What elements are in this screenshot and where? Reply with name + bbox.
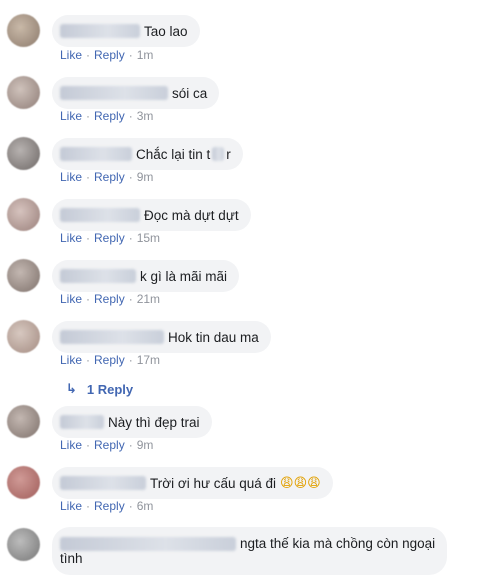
comment-text: k gì là mãi mãi	[140, 268, 228, 284]
comment-actions: Like · Reply · 3m	[60, 109, 153, 123]
like-button[interactable]: Like	[60, 170, 82, 184]
redacted-author-name[interactable]	[60, 147, 132, 161]
avatar[interactable]	[7, 405, 40, 438]
avatar[interactable]	[7, 320, 40, 353]
separator-dot: ·	[128, 170, 133, 184]
separator-dot: ·	[86, 292, 91, 306]
comment-bubble: k gì là mãi mãi	[52, 260, 240, 292]
comment-text: Đọc mà dựt dựt	[144, 207, 239, 223]
separator-dot: ·	[128, 292, 133, 306]
avatar[interactable]	[7, 466, 40, 499]
separator-dot: ·	[128, 231, 133, 245]
avatar[interactable]	[7, 259, 40, 292]
comment-text: Trời ơi hư cấu quá đi	[150, 475, 277, 491]
redacted-author-name[interactable]	[60, 208, 140, 222]
separator-dot: ·	[86, 499, 91, 513]
separator-dot: ·	[128, 438, 133, 452]
comment-actions: Like · Reply · 9m	[60, 438, 153, 452]
reply-button[interactable]: Reply	[94, 438, 125, 452]
avatar[interactable]	[7, 76, 40, 109]
separator-dot: ·	[86, 438, 91, 452]
redacted-author-name[interactable]	[60, 269, 136, 283]
comment-timestamp[interactable]: 15m	[137, 231, 160, 245]
comment-bubble: Trời ơi hư cấu quá đi 😩😩😩	[52, 467, 333, 499]
redacted-author-name[interactable]	[60, 536, 236, 551]
separator-dot: ·	[128, 109, 133, 123]
comment-timestamp[interactable]: 3m	[137, 109, 154, 123]
comment-actions: Like · Reply · 9m	[60, 170, 153, 184]
separator-dot: ·	[86, 170, 91, 184]
separator-dot: ·	[86, 109, 91, 123]
reply-button[interactable]: Reply	[94, 170, 125, 184]
comment-actions: Like · Reply · 17m	[60, 353, 160, 367]
comment-text: Tao lao	[144, 23, 188, 39]
comment-bubble: Tao lao	[52, 15, 200, 47]
separator-dot: ·	[128, 48, 133, 62]
comment-bubble: Hok tin dau ma	[52, 321, 271, 353]
like-button[interactable]: Like	[60, 48, 82, 62]
comment-actions: Like · Reply · 1m	[60, 48, 153, 62]
separator-dot: ·	[128, 499, 133, 513]
comment-timestamp[interactable]: 21m	[137, 292, 160, 306]
comment-bubble: Đọc mà dựt dựt	[52, 199, 251, 231]
reply-button[interactable]: Reply	[94, 292, 125, 306]
redacted-word	[212, 147, 225, 161]
reply-button[interactable]: Reply	[94, 353, 125, 367]
reply-button[interactable]: Reply	[94, 48, 125, 62]
avatar[interactable]	[7, 137, 40, 170]
comment-bubble: Chắc lại tin t r	[52, 138, 243, 170]
comment-text: Chắc lại tin t	[136, 146, 211, 162]
reply-button[interactable]: Reply	[94, 109, 125, 123]
comment-bubble: sói ca	[52, 77, 220, 109]
comment-text-tail: r	[226, 146, 231, 162]
avatar[interactable]	[7, 198, 40, 231]
comment-bubble: ngta thế kia mà chồng còn ngoại tình	[52, 527, 448, 575]
weary-face-emoji: 😩😩😩	[280, 475, 321, 491]
redacted-author-name[interactable]	[60, 330, 164, 344]
redacted-author-name[interactable]	[60, 24, 140, 38]
reply-button[interactable]: Reply	[94, 231, 125, 245]
like-button[interactable]: Like	[60, 109, 82, 123]
redacted-author-name[interactable]	[60, 86, 168, 100]
view-replies-label[interactable]: 1 Reply	[87, 382, 133, 397]
comment-text-line2: tình	[60, 551, 83, 566]
comment-timestamp[interactable]: 9m	[137, 438, 154, 452]
like-button[interactable]: Like	[60, 353, 82, 367]
comment-actions: Like · Reply · 21m	[60, 292, 160, 306]
like-button[interactable]: Like	[60, 231, 82, 245]
comment-timestamp[interactable]: 1m	[137, 48, 154, 62]
separator-dot: ·	[86, 353, 91, 367]
comment-timestamp[interactable]: 6m	[137, 499, 154, 513]
reply-button[interactable]: Reply	[94, 499, 125, 513]
view-replies-link[interactable]: ↳ 1 Reply	[66, 381, 133, 397]
like-button[interactable]: Like	[60, 292, 82, 306]
comment-actions: Like · Reply · 6m	[60, 499, 153, 513]
comment-timestamp[interactable]: 17m	[137, 353, 160, 367]
comment-actions: Like · Reply · 15m	[60, 231, 160, 245]
avatar[interactable]	[7, 528, 40, 561]
comment-bubble: Này thì đẹp trai	[52, 406, 212, 438]
comment-text: Hok tin dau ma	[168, 329, 259, 345]
reply-arrow-icon: ↳	[66, 381, 77, 396]
comment-text: Này thì đẹp trai	[108, 414, 200, 430]
separator-dot: ·	[128, 353, 133, 367]
comment-text: sói ca	[172, 85, 208, 101]
like-button[interactable]: Like	[60, 438, 82, 452]
separator-dot: ·	[86, 231, 91, 245]
redacted-author-name[interactable]	[60, 476, 146, 490]
avatar[interactable]	[7, 14, 40, 47]
redacted-author-name[interactable]	[60, 415, 104, 429]
like-button[interactable]: Like	[60, 499, 82, 513]
comment-timestamp[interactable]: 9m	[137, 170, 154, 184]
separator-dot: ·	[86, 48, 91, 62]
comment-text: ngta thế kia mà chồng còn ngoại	[240, 536, 436, 551]
